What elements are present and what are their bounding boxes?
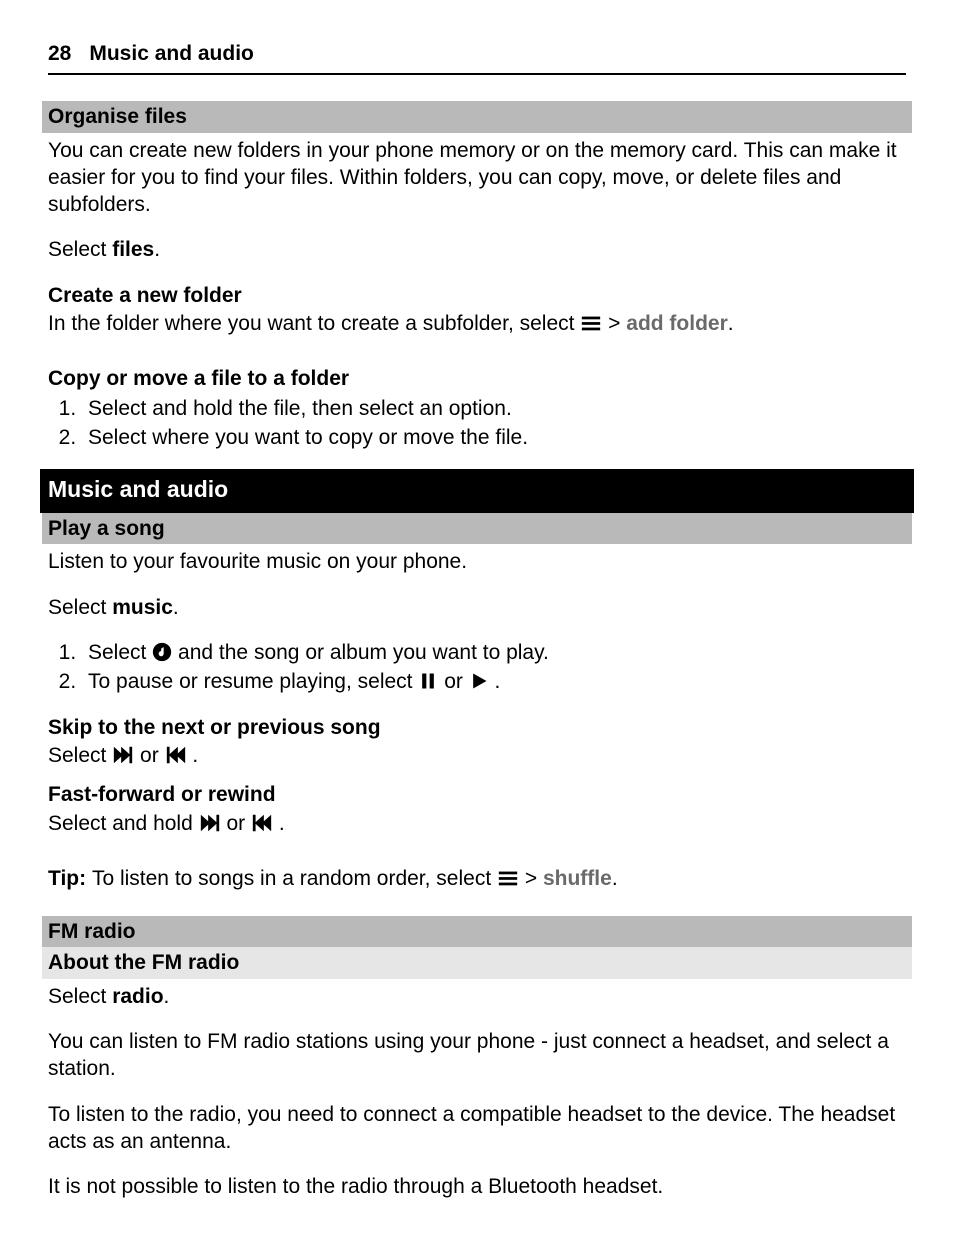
tip-line: Tip: To listen to songs in a random orde…: [48, 865, 906, 892]
list-item: Select and the song or album you want to…: [82, 639, 906, 666]
text: Select: [48, 596, 112, 619]
text: Select: [88, 641, 152, 664]
create-folder-line: In the folder where you want to create a…: [48, 310, 906, 337]
shuffle-keyword: shuffle: [543, 867, 612, 890]
text: Select and hold: [48, 812, 199, 835]
select-radio-line: Select radio.: [48, 983, 906, 1010]
text: and the song or album you want to play.: [178, 641, 549, 664]
play-song-intro: Listen to your favourite music on your p…: [48, 548, 906, 575]
play-song-steps: Select and the song or album you want to…: [48, 639, 906, 696]
select-music-line: Select music.: [48, 594, 906, 621]
page-header: 28 Music and audio: [48, 40, 906, 75]
ff-line: Select and hold or .: [48, 810, 906, 837]
text: To listen to songs in a random order, se…: [92, 867, 497, 890]
text: or: [140, 744, 165, 767]
section-heading-music-and-audio: Music and audio: [40, 469, 914, 513]
text: .: [192, 744, 198, 767]
text: .: [164, 985, 170, 1008]
text: >: [525, 867, 543, 890]
organise-files-paragraph: You can create new folders in your phone…: [48, 137, 906, 219]
header-title: Music and audio: [89, 42, 254, 65]
fm-radio-paragraph-2: To listen to the radio, you need to conn…: [48, 1101, 906, 1156]
section-heading-about-fm-radio: About the FM radio: [42, 947, 912, 978]
play-icon: [469, 670, 495, 693]
fm-radio-paragraph-3: It is not possible to listen to the radi…: [48, 1173, 906, 1200]
subheading-create-folder: Create a new folder: [48, 282, 906, 309]
text: .: [612, 867, 618, 890]
page-number: 28: [48, 40, 71, 67]
fast-forward-icon: [199, 812, 227, 835]
list-item: Select where you want to copy or move th…: [82, 424, 906, 451]
pause-icon: [418, 670, 444, 693]
section-heading-organise-files: Organise files: [42, 101, 912, 132]
music-keyword: music: [112, 596, 173, 619]
text: .: [279, 812, 285, 835]
text: >: [608, 312, 626, 335]
files-keyword: files: [112, 238, 154, 261]
select-files-line: Select files.: [48, 236, 906, 263]
text: .: [728, 312, 734, 335]
copy-move-steps: Select and hold the file, then select an…: [48, 395, 906, 452]
music-note-icon: [152, 641, 178, 664]
text: .: [173, 596, 179, 619]
rewind-icon: [251, 812, 279, 835]
list-item: To pause or resume playing, select or .: [82, 668, 906, 695]
text: Select: [48, 985, 112, 1008]
skip-previous-icon: [165, 744, 193, 767]
page: 28 Music and audio Organise files You can…: [0, 0, 954, 1237]
text: To pause or resume playing, select: [88, 670, 418, 693]
menu-icon: [497, 867, 525, 890]
text: or: [226, 812, 251, 835]
text: In the folder where you want to create a…: [48, 312, 580, 335]
text: or: [444, 670, 469, 693]
add-folder-keyword: add folder: [626, 312, 728, 335]
subheading-skip: Skip to the next or previous song: [48, 714, 906, 741]
skip-line: Select or .: [48, 742, 906, 769]
tip-label: Tip:: [48, 867, 92, 890]
skip-next-icon: [112, 744, 140, 767]
radio-keyword: radio: [112, 985, 163, 1008]
text: Select: [48, 744, 112, 767]
text: .: [495, 670, 501, 693]
text: Select: [48, 238, 112, 261]
subheading-copy-move: Copy or move a file to a folder: [48, 365, 906, 392]
list-item: Select and hold the file, then select an…: [82, 395, 906, 422]
section-heading-play-a-song: Play a song: [42, 513, 912, 544]
fm-radio-paragraph-1: You can listen to FM radio stations usin…: [48, 1028, 906, 1083]
subheading-ff-rewind: Fast-forward or rewind: [48, 781, 906, 808]
section-heading-fm-radio: FM radio: [42, 916, 912, 947]
menu-icon: [580, 312, 608, 335]
text: .: [154, 238, 160, 261]
